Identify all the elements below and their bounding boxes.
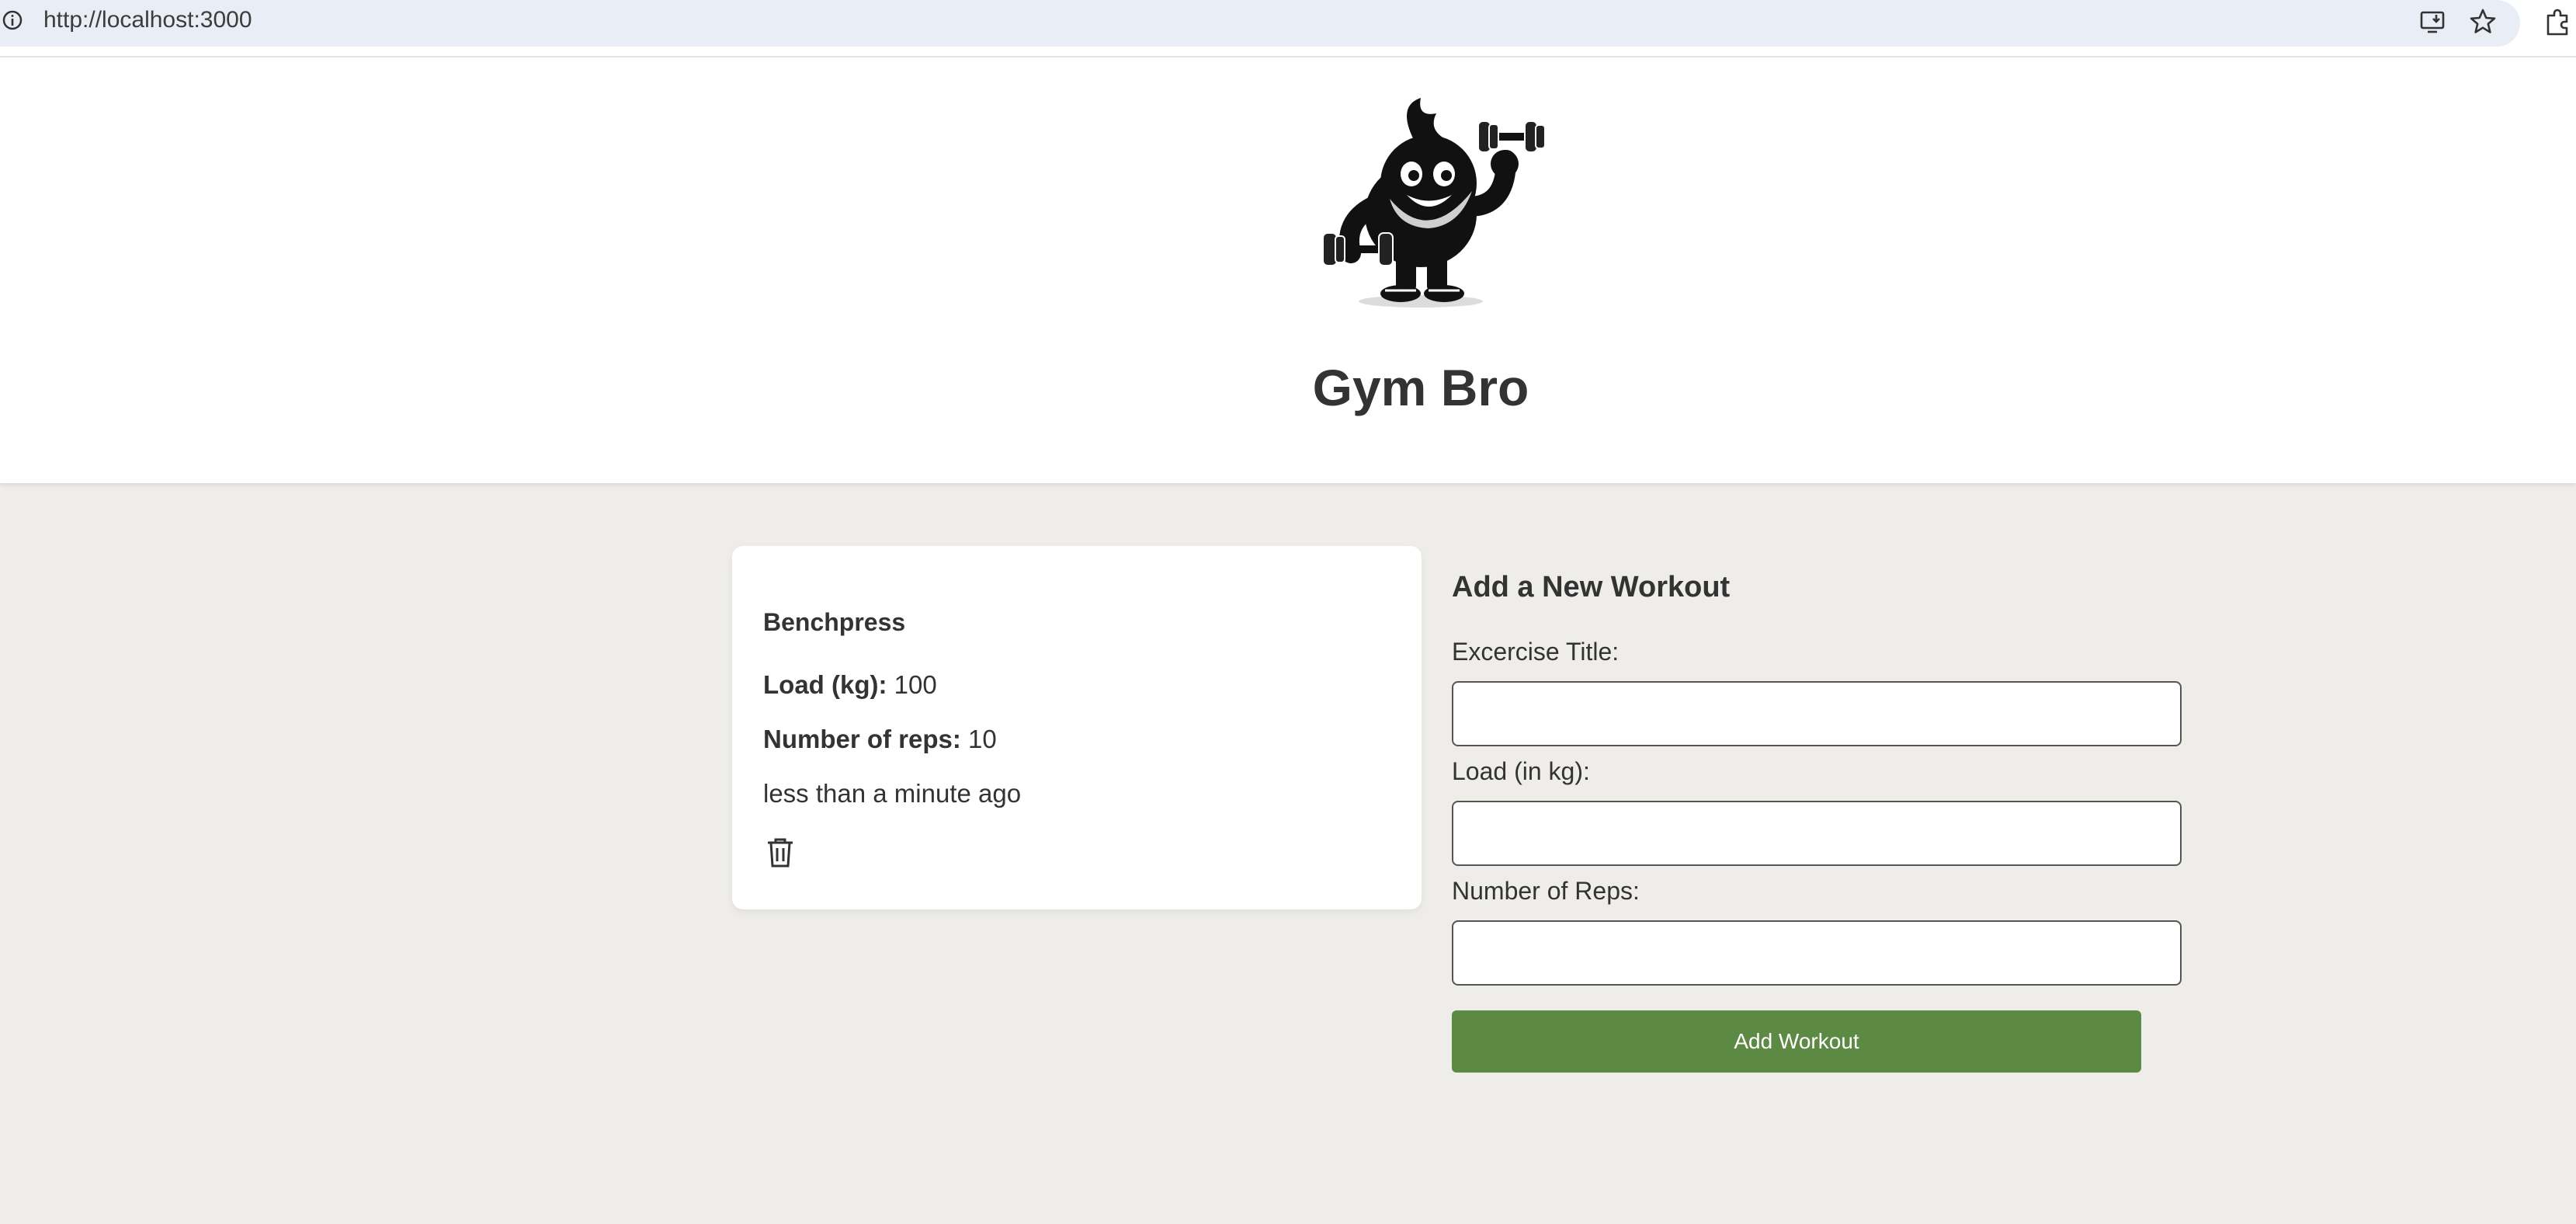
page-title: Gym Bro xyxy=(1312,359,1529,416)
extensions-icon[interactable] xyxy=(2543,6,2574,37)
address-bar[interactable]: http://localhost:3000 xyxy=(0,0,2520,47)
workout-card: Benchpress Load (kg): 100 Number of reps… xyxy=(732,546,1422,909)
info-icon[interactable] xyxy=(2,9,23,31)
exercise-title-label: Excercise Title: xyxy=(1452,638,1620,666)
url-text[interactable]: http://localhost:3000 xyxy=(43,7,252,33)
exercise-title-input[interactable] xyxy=(1452,681,2182,746)
workout-load-label: Load (kg): xyxy=(763,670,887,699)
bookmark-star-icon[interactable] xyxy=(2467,6,2498,37)
workout-reps-label: Number of reps: xyxy=(763,725,961,753)
form-heading: Add a New Workout xyxy=(1452,571,1731,603)
trash-icon[interactable] xyxy=(763,835,797,869)
add-workout-button[interactable]: Add Workout xyxy=(1452,1010,2141,1073)
workout-load-value: 100 xyxy=(894,670,937,699)
browser-toolbar: http://localhost:3000 xyxy=(0,0,2576,57)
load-label: Load (in kg): xyxy=(1452,757,1590,785)
workout-load: Load (kg): 100 xyxy=(763,670,937,700)
reps-input[interactable] xyxy=(1452,920,2182,986)
workout-timestamp: less than a minute ago xyxy=(763,779,1022,808)
workout-reps: Number of reps: 10 xyxy=(763,725,997,754)
workout-title: Benchpress xyxy=(763,608,906,636)
install-app-icon[interactable] xyxy=(2418,6,2449,37)
reps-label: Number of Reps: xyxy=(1452,877,1640,905)
load-input[interactable] xyxy=(1452,801,2182,866)
workout-reps-value: 10 xyxy=(968,725,997,753)
gym-mascot-logo xyxy=(1322,98,1546,308)
app-header: Gym Bro xyxy=(0,57,2576,483)
